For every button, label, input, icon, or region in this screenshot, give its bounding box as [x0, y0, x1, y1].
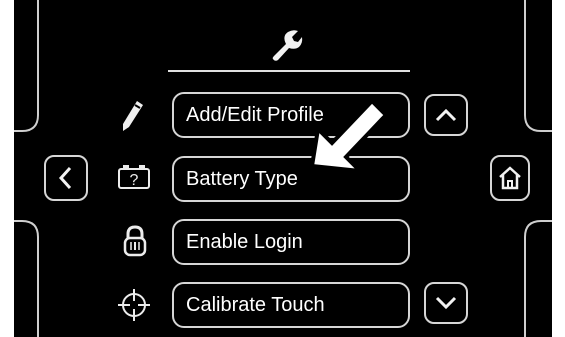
add-edit-profile-label: Add/Edit Profile: [186, 103, 324, 126]
calibrate-touch-button[interactable]: Calibrate Touch: [172, 282, 410, 328]
scroll-up-button[interactable]: [424, 94, 468, 136]
pencil-icon: [112, 96, 152, 136]
home-button[interactable]: [490, 155, 530, 201]
battery-type-label: Battery Type: [186, 167, 298, 190]
battery-question-icon: ?: [114, 157, 154, 197]
chevron-left-icon: [58, 166, 72, 190]
crosshair-icon: [114, 285, 154, 325]
scroll-down-button[interactable]: [424, 282, 468, 324]
back-button[interactable]: [44, 155, 88, 201]
add-edit-profile-button[interactable]: Add/Edit Profile: [172, 92, 410, 138]
wrench-icon: [268, 28, 304, 62]
settings-screen: ? Add/Edit Profile Battery Type Enable L…: [0, 0, 565, 337]
chevron-up-icon: [435, 108, 457, 122]
chevron-down-icon: [435, 296, 457, 310]
lock-icon: [115, 221, 155, 261]
enable-login-button[interactable]: Enable Login: [172, 219, 410, 265]
enable-login-label: Enable Login: [186, 230, 303, 253]
home-icon: [499, 166, 521, 190]
calibrate-touch-label: Calibrate Touch: [186, 293, 325, 316]
battery-type-button[interactable]: Battery Type: [172, 156, 410, 202]
svg-text:?: ?: [130, 172, 139, 189]
